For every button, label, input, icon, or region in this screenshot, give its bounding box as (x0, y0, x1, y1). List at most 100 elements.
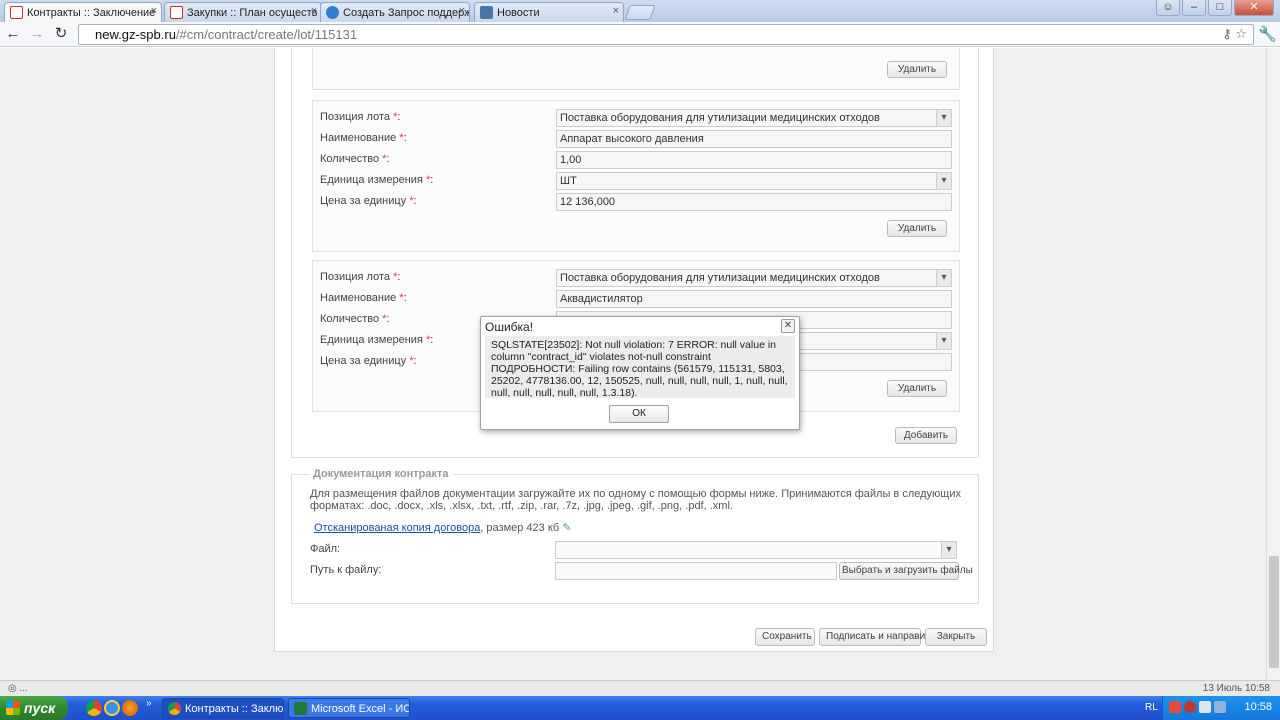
attached-file-link[interactable]: Отсканированая копия договора (314, 522, 480, 534)
close-button[interactable]: Закрыть (925, 628, 987, 646)
tab-support-request[interactable]: Создать Запрос поддержк × (320, 2, 470, 22)
reload-icon[interactable]: ↻ (52, 25, 70, 43)
label-colon: : (397, 111, 401, 123)
label-colon: : (430, 174, 434, 186)
close-icon[interactable]: ✕ (781, 319, 795, 333)
quantity-label: Количество *: (320, 153, 389, 165)
close-icon[interactable]: × (151, 5, 157, 17)
error-dialog: Ошибка! ✕ SQLSTATE[23502]: Not null viol… (480, 316, 800, 430)
label-colon: : (413, 355, 417, 367)
delete-lot-button[interactable]: Удалить (887, 61, 947, 78)
position-row: Позиция лота *: Поставка оборудования дл… (313, 269, 959, 287)
tab-contracts[interactable]: Контракты :: Заключение × (4, 2, 162, 23)
antivirus-icon[interactable] (1184, 701, 1196, 713)
close-icon[interactable]: × (613, 5, 619, 17)
site-favicon-icon (170, 6, 183, 19)
upload-files-button[interactable]: Выбрать и загрузить файлы (839, 562, 973, 580)
label-text: Единица измерения (320, 334, 423, 346)
tab-label: Создать Запрос поддержк (343, 7, 470, 19)
name-label: Наименование *: (320, 132, 407, 144)
price-label: Цена за единицу *: (320, 195, 417, 207)
tab-label: Новости (497, 7, 540, 19)
key-icon[interactable]: ⚷ (1222, 26, 1232, 41)
windows-taskbar: пуск » Контракты :: Заклю... Microsoft E… (0, 696, 1280, 720)
close-icon[interactable]: × (311, 5, 317, 17)
unit-select[interactable]: ШТ (556, 172, 952, 190)
globe-icon (326, 6, 339, 19)
tab-label: Закупки :: План осуществ (187, 7, 318, 19)
close-window-icon[interactable]: ✕ (1234, 0, 1274, 16)
sign-and-send-button[interactable]: Подписать и направить (819, 628, 935, 646)
star-icon[interactable]: ☆ (1235, 26, 1247, 41)
status-datetime: 13 Июль 10:58 (1202, 683, 1270, 694)
name-row: Наименование *: Аквадистилятор (313, 290, 959, 308)
network-icon[interactable] (1199, 701, 1211, 713)
minimize-icon[interactable]: – (1182, 0, 1206, 16)
start-label: пуск (24, 700, 56, 716)
label-text: Наименование (320, 132, 397, 144)
wrench-icon[interactable]: 🔧 (1258, 25, 1277, 43)
error-message: SQLSTATE[23502]: Not null violation: 7 E… (485, 336, 795, 399)
internet-explorer-icon[interactable] (104, 700, 120, 716)
task-excel[interactable]: Microsoft Excel - ИСТ... (288, 698, 410, 718)
path-label: Путь к файлу: (310, 564, 382, 576)
label-colon: : (386, 153, 390, 165)
task-browser[interactable]: Контракты :: Заклю... (162, 698, 284, 718)
file-select[interactable] (555, 541, 957, 559)
ok-button[interactable]: ОК (609, 405, 669, 423)
tab-purchases[interactable]: Закупки :: План осуществ × (164, 2, 322, 22)
documents-description: Для размещения файлов документации загру… (310, 488, 961, 512)
close-icon[interactable]: × (459, 5, 465, 17)
label-text: Количество (320, 313, 380, 325)
chrome-icon (168, 702, 181, 715)
omnibox-icons: ⚷ ☆ (1222, 26, 1247, 42)
firefox-icon[interactable] (122, 700, 138, 716)
label-colon: : (397, 271, 401, 283)
position-select[interactable]: Поставка оборудования для утилизации мед… (556, 109, 952, 127)
forward-arrow-icon[interactable]: → (28, 25, 46, 43)
task-label: Microsoft Excel - ИСТ... (311, 703, 409, 715)
delete-lot-button[interactable]: Удалить (887, 220, 947, 237)
dialog-title: Ошибка! (485, 320, 534, 334)
documents-legend: Документация контракта (310, 468, 452, 480)
save-button[interactable]: Сохранить (755, 628, 815, 646)
price-label: Цена за единицу *: (320, 355, 417, 367)
unit-row: Единица измерения *: ШТ (313, 172, 959, 190)
file-path-input[interactable] (555, 562, 837, 580)
position-row: Позиция лота *: Поставка оборудования дл… (313, 109, 959, 127)
add-lot-button[interactable]: Добавить (895, 427, 957, 444)
position-select[interactable]: Поставка оборудования для утилизации мед… (556, 269, 952, 287)
tray-app-icon[interactable] (1169, 701, 1181, 713)
back-arrow-icon[interactable]: ← (4, 25, 22, 43)
name-input[interactable]: Аппарат высокого давления (556, 130, 952, 148)
position-label: Позиция лота *: (320, 111, 400, 123)
price-input[interactable]: 12 136,000 (556, 193, 952, 211)
unit-label: Единица измерения *: (320, 334, 433, 346)
scrollbar-thumb[interactable] (1269, 556, 1279, 668)
quantity-input[interactable]: 1,00 (556, 151, 952, 169)
browser-toolbar: ← → ↻ new.gz-spb.ru/#cm/contract/create/… (0, 22, 1280, 47)
attached-file: Отсканированая копия договора, размер 42… (314, 521, 571, 534)
tab-news[interactable]: Новости × (474, 2, 624, 22)
user-icon[interactable]: ☺ (1156, 0, 1180, 16)
name-input[interactable]: Аквадистилятор (556, 290, 952, 308)
chevron-right-icon[interactable]: » (146, 698, 152, 709)
volume-icon[interactable] (1214, 701, 1226, 713)
label-colon: : (413, 195, 417, 207)
vertical-scrollbar[interactable] (1266, 48, 1280, 680)
clock: 10:58 (1244, 701, 1272, 713)
new-tab-button[interactable] (624, 5, 656, 20)
delete-lot-button[interactable]: Удалить (887, 380, 947, 397)
window-controls: ☺ – □ ✕ (1156, 0, 1274, 16)
label-text: Позиция лота (320, 271, 390, 283)
chrome-icon[interactable] (86, 700, 102, 716)
label-text: Единица измерения (320, 174, 423, 186)
maximize-icon[interactable]: □ (1208, 0, 1232, 16)
start-button[interactable]: пуск (0, 696, 68, 720)
lot-block: Удалить (312, 48, 960, 90)
excel-icon (294, 702, 307, 715)
label-text: Позиция лота (320, 111, 390, 123)
url-path: /#cm/contract/create/lot/115131 (175, 27, 358, 42)
language-indicator[interactable]: RL (1145, 702, 1158, 713)
address-bar[interactable]: new.gz-spb.ru/#cm/contract/create/lot/11… (78, 24, 1254, 45)
